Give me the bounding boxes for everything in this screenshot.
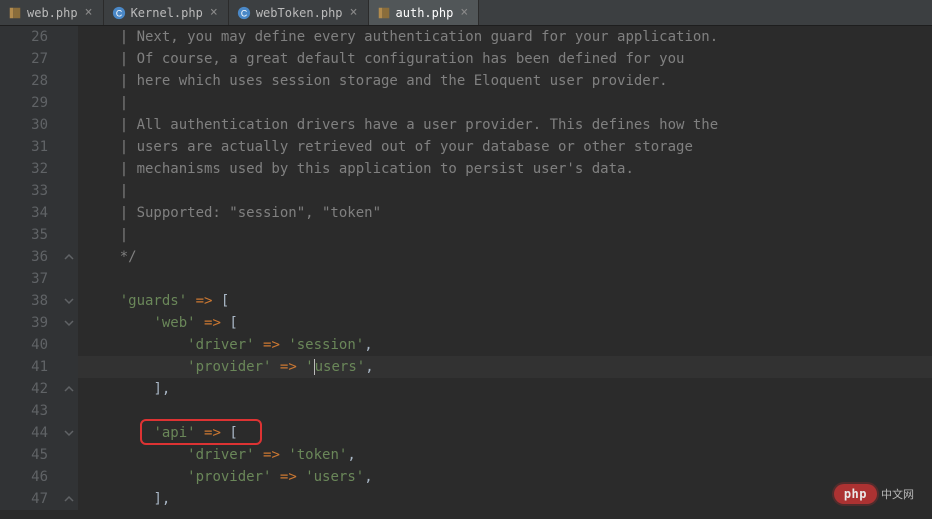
close-icon[interactable] <box>208 7 220 19</box>
code-line[interactable]: */ <box>78 246 932 268</box>
svg-text:C: C <box>115 8 121 18</box>
tab-bar: web.php C Kernel.php CwebToken.php auth.php <box>0 0 932 26</box>
fold-placeholder <box>60 466 78 488</box>
line-number: 44 <box>0 422 48 444</box>
tab-label: webToken.php <box>256 6 343 20</box>
fold-marker-down-icon[interactable] <box>60 290 78 312</box>
fold-placeholder <box>60 48 78 70</box>
line-number: 35 <box>0 224 48 246</box>
fold-placeholder <box>60 92 78 114</box>
code-line[interactable]: | Supported: "session", "token" <box>78 202 932 224</box>
line-number: 28 <box>0 70 48 92</box>
code-line[interactable]: | Next, you may define every authenticat… <box>78 26 932 48</box>
code-line[interactable]: | Of course, a great default configurati… <box>78 48 932 70</box>
line-number: 30 <box>0 114 48 136</box>
line-number: 46 <box>0 466 48 488</box>
code-line[interactable]: 'provider' => 'users', <box>78 356 932 378</box>
line-number: 27 <box>0 48 48 70</box>
fold-placeholder <box>60 400 78 422</box>
tab-label: Kernel.php <box>131 6 203 20</box>
tab-web-php[interactable]: web.php <box>0 0 104 25</box>
code-line[interactable] <box>78 268 932 290</box>
watermark-badge: php <box>834 484 877 504</box>
line-number-gutter: 2627282930313233343536373839404142434445… <box>0 26 60 510</box>
tab-label: web.php <box>27 6 78 20</box>
fold-placeholder <box>60 136 78 158</box>
line-number: 39 <box>0 312 48 334</box>
watermark-text: 中文网 <box>881 486 914 502</box>
line-number: 26 <box>0 26 48 48</box>
code-area[interactable]: | Next, you may define every authenticat… <box>78 26 932 510</box>
fold-placeholder <box>60 26 78 48</box>
close-icon[interactable] <box>348 7 360 19</box>
class-file-icon: C <box>112 6 126 20</box>
line-number: 29 <box>0 92 48 114</box>
line-number: 37 <box>0 268 48 290</box>
fold-placeholder <box>60 356 78 378</box>
code-line[interactable]: 'api' => [ <box>78 422 932 444</box>
fold-marker-up-icon[interactable] <box>60 378 78 400</box>
php-file-icon <box>8 6 22 20</box>
tab-label: auth.php <box>396 6 454 20</box>
fold-marker-down-icon[interactable] <box>60 312 78 334</box>
line-number: 45 <box>0 444 48 466</box>
code-line[interactable]: 'provider' => 'users', <box>78 466 932 488</box>
code-line[interactable]: | here which uses session storage and th… <box>78 70 932 92</box>
line-number: 47 <box>0 488 48 510</box>
watermark: php 中文网 <box>834 484 914 504</box>
tab-Kernel-php[interactable]: C Kernel.php <box>104 0 229 25</box>
code-line[interactable]: | <box>78 92 932 114</box>
fold-placeholder <box>60 268 78 290</box>
code-line[interactable]: | <box>78 224 932 246</box>
line-number: 32 <box>0 158 48 180</box>
close-icon[interactable] <box>83 7 95 19</box>
code-line[interactable]: 'driver' => 'token', <box>78 444 932 466</box>
fold-marker-down-icon[interactable] <box>60 422 78 444</box>
fold-placeholder <box>60 180 78 202</box>
php-file-icon <box>377 6 391 20</box>
tab-webToken-php[interactable]: CwebToken.php <box>229 0 369 25</box>
line-number: 43 <box>0 400 48 422</box>
line-number: 31 <box>0 136 48 158</box>
code-line[interactable]: 'web' => [ <box>78 312 932 334</box>
line-number: 41 <box>0 356 48 378</box>
fold-placeholder <box>60 158 78 180</box>
code-line[interactable]: | All authentication drivers have a user… <box>78 114 932 136</box>
line-number: 38 <box>0 290 48 312</box>
code-line[interactable]: | mechanisms used by this application to… <box>78 158 932 180</box>
line-number: 42 <box>0 378 48 400</box>
class-file-icon: C <box>237 6 251 20</box>
fold-placeholder <box>60 334 78 356</box>
code-line[interactable]: ], <box>78 488 932 510</box>
code-line[interactable] <box>78 400 932 422</box>
fold-marker-up-icon[interactable] <box>60 488 78 510</box>
code-line[interactable]: | users are actually retrieved out of yo… <box>78 136 932 158</box>
line-number: 36 <box>0 246 48 268</box>
fold-placeholder <box>60 444 78 466</box>
svg-text:C: C <box>241 8 247 18</box>
fold-placeholder <box>60 224 78 246</box>
close-icon[interactable] <box>458 7 470 19</box>
fold-marker-up-icon[interactable] <box>60 246 78 268</box>
code-line[interactable]: 'driver' => 'session', <box>78 334 932 356</box>
fold-placeholder <box>60 114 78 136</box>
line-number: 33 <box>0 180 48 202</box>
code-editor[interactable]: 2627282930313233343536373839404142434445… <box>0 26 932 510</box>
tab-auth-php[interactable]: auth.php <box>369 0 480 25</box>
code-line[interactable]: | <box>78 180 932 202</box>
line-number: 40 <box>0 334 48 356</box>
code-line[interactable]: 'guards' => [ <box>78 290 932 312</box>
fold-column <box>60 26 78 510</box>
code-line[interactable]: ], <box>78 378 932 400</box>
fold-placeholder <box>60 202 78 224</box>
fold-placeholder <box>60 70 78 92</box>
line-number: 34 <box>0 202 48 224</box>
